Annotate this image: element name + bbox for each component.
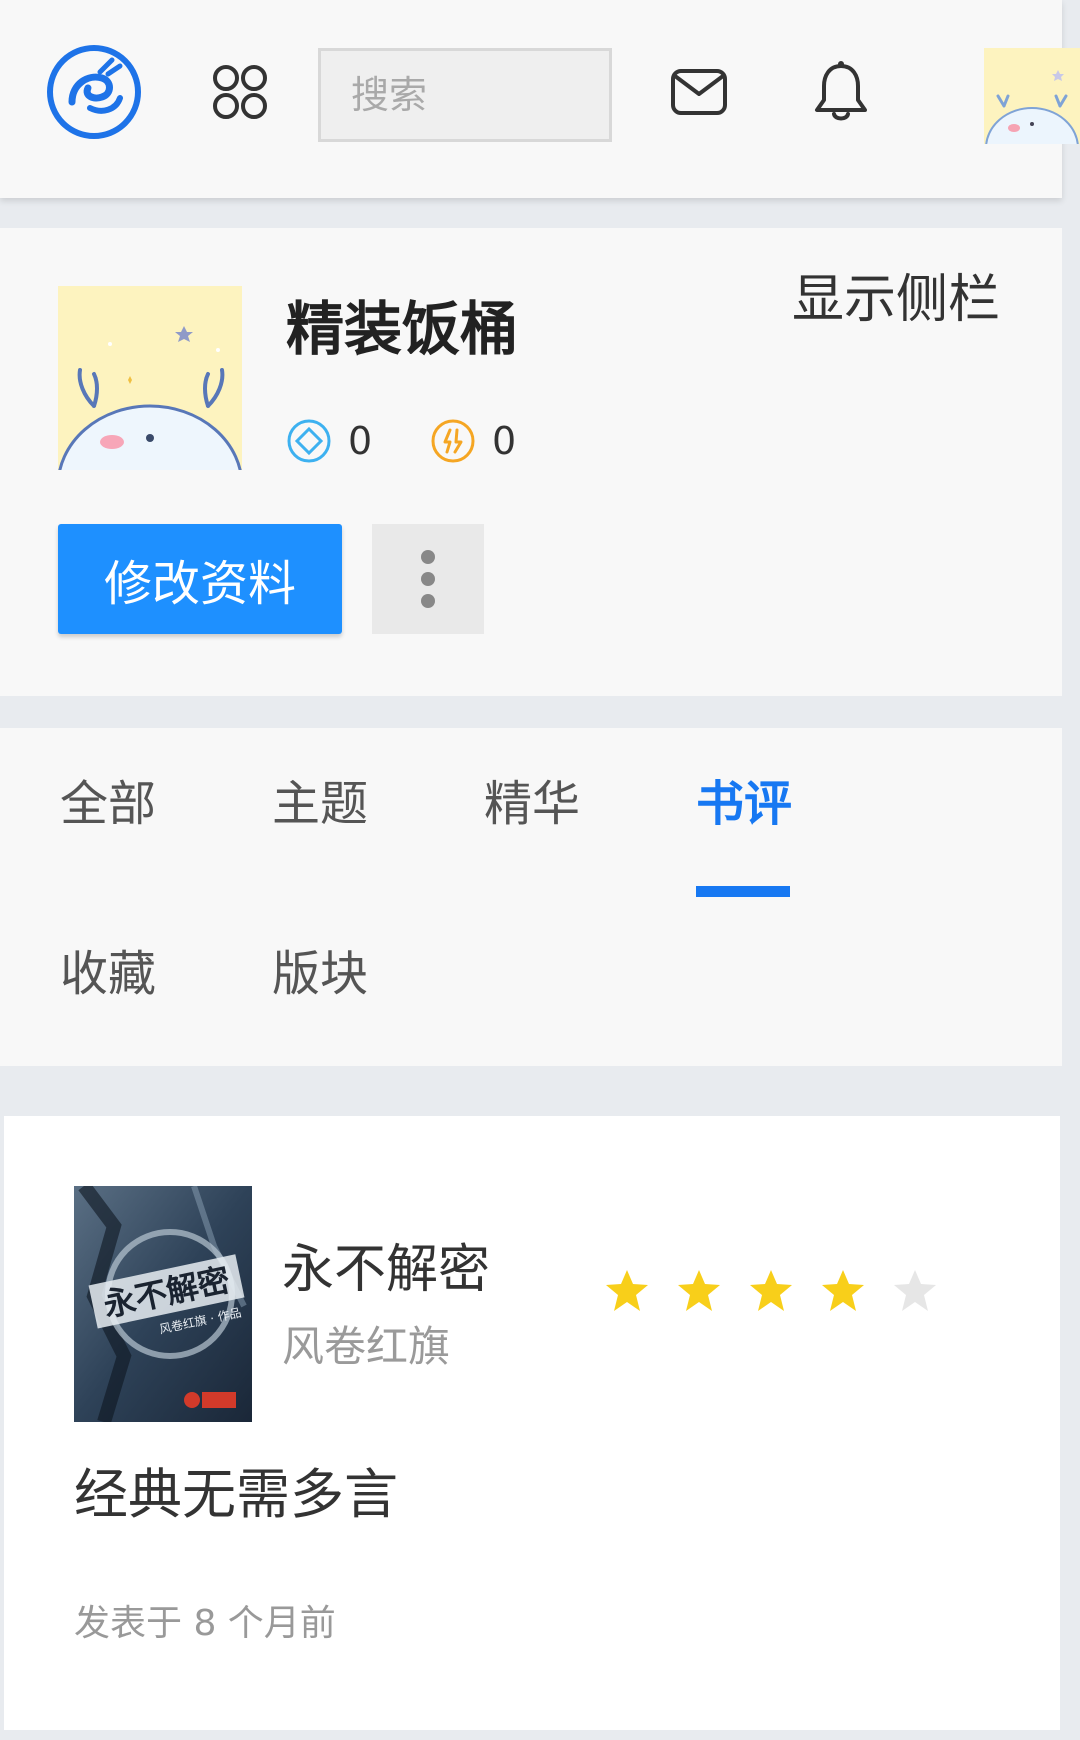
star-filled-icon: [678, 1270, 720, 1311]
tab-featured[interactable]: 精华: [484, 780, 580, 828]
profile-card: 精装饭桶 0 0 显示侧栏 修改资料: [0, 228, 1062, 696]
tab-topics[interactable]: 主题: [272, 780, 368, 828]
tab-all[interactable]: 全部: [60, 780, 156, 828]
star-empty-icon: [894, 1270, 936, 1311]
username: 精装饭桶: [286, 295, 519, 363]
star-filled-icon: [606, 1270, 648, 1311]
book-review-card[interactable]: 永不解密 风卷红旗 · 作品 永不解密 风卷红旗 经典无需多言 发表于 8 个月…: [4, 1116, 1060, 1730]
user-avatar[interactable]: [984, 48, 1080, 144]
review-text: 经典无需多言: [74, 1463, 398, 1526]
mail-icon[interactable]: [670, 66, 728, 118]
rating-stars: [604, 1268, 964, 1314]
tab-boards[interactable]: 版块: [272, 950, 368, 998]
more-vertical-icon: [421, 550, 435, 564]
gold-coin-icon: [431, 419, 475, 463]
more-options-button[interactable]: [372, 524, 484, 634]
book-cover-image[interactable]: 永不解密 风卷红旗 · 作品: [74, 1186, 252, 1422]
notification-bell-icon[interactable]: [812, 60, 870, 124]
book-author: 风卷红旗: [282, 1322, 451, 1371]
review-timestamp: 发表于 8 个月前: [74, 1603, 336, 1644]
book-title[interactable]: 永不解密: [282, 1244, 490, 1296]
diamond-count: 0: [348, 419, 373, 463]
app-logo-icon[interactable]: [46, 44, 142, 140]
diamond-icon: [287, 419, 331, 463]
star-filled-icon: [750, 1270, 792, 1311]
tab-favorites[interactable]: 收藏: [60, 950, 156, 998]
diamond-stat: 0: [286, 418, 372, 464]
top-navigation-bar: [0, 0, 1080, 198]
profile-tabs: 全部 主题 精华 书评 收藏 版块: [0, 728, 1062, 1066]
edit-profile-button[interactable]: 修改资料: [58, 524, 342, 634]
tab-book-reviews[interactable]: 书评: [696, 780, 792, 828]
show-sidebar-button[interactable]: 显示侧栏: [792, 274, 1000, 326]
active-tab-indicator: [696, 886, 790, 897]
profile-avatar[interactable]: [58, 286, 242, 470]
coin-count: 0: [492, 419, 517, 463]
star-filled-icon: [822, 1270, 864, 1311]
apps-grid-icon[interactable]: [212, 64, 268, 120]
search-input[interactable]: [318, 48, 612, 142]
coin-stat: 0: [430, 418, 516, 464]
